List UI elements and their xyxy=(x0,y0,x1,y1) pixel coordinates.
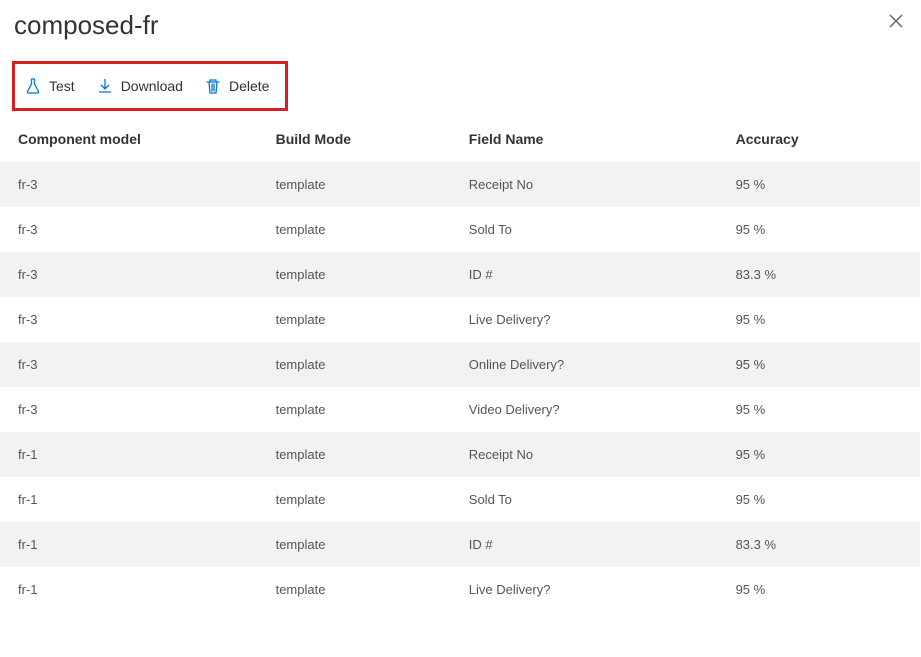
cell-accuracy: 95 % xyxy=(718,297,920,342)
cell-field-name: Video Delivery? xyxy=(451,387,718,432)
cell-component-model: fr-1 xyxy=(0,432,258,477)
delete-button-label: Delete xyxy=(229,78,269,94)
cell-field-name: ID # xyxy=(451,252,718,297)
cell-field-name: Live Delivery? xyxy=(451,567,718,612)
cell-field-name: Live Delivery? xyxy=(451,297,718,342)
cell-field-name: Sold To xyxy=(451,207,718,252)
cell-component-model: fr-1 xyxy=(0,522,258,567)
download-icon xyxy=(97,78,113,94)
cell-accuracy: 95 % xyxy=(718,477,920,522)
cell-field-name: Online Delivery? xyxy=(451,342,718,387)
cell-build-mode: template xyxy=(258,162,451,208)
column-header-field-name[interactable]: Field Name xyxy=(451,117,718,162)
cell-field-name: ID # xyxy=(451,522,718,567)
cell-accuracy: 95 % xyxy=(718,432,920,477)
cell-build-mode: template xyxy=(258,297,451,342)
models-table: Component model Build Mode Field Name Ac… xyxy=(0,117,920,612)
cell-component-model: fr-1 xyxy=(0,567,258,612)
table-row[interactable]: fr-1templateLive Delivery?95 % xyxy=(0,567,920,612)
cell-component-model: fr-3 xyxy=(0,387,258,432)
cell-component-model: fr-3 xyxy=(0,162,258,208)
column-header-build-mode[interactable]: Build Mode xyxy=(258,117,451,162)
test-button[interactable]: Test xyxy=(25,78,75,94)
close-button[interactable] xyxy=(885,10,907,37)
table-row[interactable]: fr-3templateSold To95 % xyxy=(0,207,920,252)
table-row[interactable]: fr-3templateOnline Delivery?95 % xyxy=(0,342,920,387)
cell-build-mode: template xyxy=(258,252,451,297)
cell-build-mode: template xyxy=(258,207,451,252)
cell-build-mode: template xyxy=(258,432,451,477)
page-title: composed-fr xyxy=(14,10,159,41)
cell-accuracy: 83.3 % xyxy=(718,522,920,567)
table-row[interactable]: fr-1templateSold To95 % xyxy=(0,477,920,522)
table-row[interactable]: fr-3templateID #83.3 % xyxy=(0,252,920,297)
table-row[interactable]: fr-3templateVideo Delivery?95 % xyxy=(0,387,920,432)
cell-accuracy: 95 % xyxy=(718,342,920,387)
cell-build-mode: template xyxy=(258,477,451,522)
cell-accuracy: 95 % xyxy=(718,387,920,432)
cell-field-name: Receipt No xyxy=(451,162,718,208)
beaker-icon xyxy=(25,78,41,94)
cell-build-mode: template xyxy=(258,342,451,387)
column-header-component-model[interactable]: Component model xyxy=(0,117,258,162)
cell-build-mode: template xyxy=(258,387,451,432)
column-header-accuracy[interactable]: Accuracy xyxy=(718,117,920,162)
cell-component-model: fr-3 xyxy=(0,207,258,252)
cell-accuracy: 95 % xyxy=(718,567,920,612)
cell-accuracy: 95 % xyxy=(718,207,920,252)
cell-accuracy: 83.3 % xyxy=(718,252,920,297)
trash-icon xyxy=(205,78,221,94)
cell-build-mode: template xyxy=(258,522,451,567)
cell-component-model: fr-3 xyxy=(0,342,258,387)
table-row[interactable]: fr-3templateReceipt No95 % xyxy=(0,162,920,208)
test-button-label: Test xyxy=(49,78,75,94)
cell-field-name: Sold To xyxy=(451,477,718,522)
cell-component-model: fr-3 xyxy=(0,297,258,342)
delete-button[interactable]: Delete xyxy=(205,78,269,94)
cell-field-name: Receipt No xyxy=(451,432,718,477)
table-row[interactable]: fr-1templateID #83.3 % xyxy=(0,522,920,567)
cell-build-mode: template xyxy=(258,567,451,612)
cell-component-model: fr-1 xyxy=(0,477,258,522)
table-row[interactable]: fr-3templateLive Delivery?95 % xyxy=(0,297,920,342)
toolbar-highlight-box: Test Download Delete xyxy=(12,61,288,111)
cell-component-model: fr-3 xyxy=(0,252,258,297)
table-scroll-area[interactable]: Component model Build Mode Field Name Ac… xyxy=(0,117,921,657)
table-row[interactable]: fr-1templateReceipt No95 % xyxy=(0,432,920,477)
download-button-label: Download xyxy=(121,78,183,94)
close-icon xyxy=(889,14,903,28)
download-button[interactable]: Download xyxy=(97,78,183,94)
cell-accuracy: 95 % xyxy=(718,162,920,208)
